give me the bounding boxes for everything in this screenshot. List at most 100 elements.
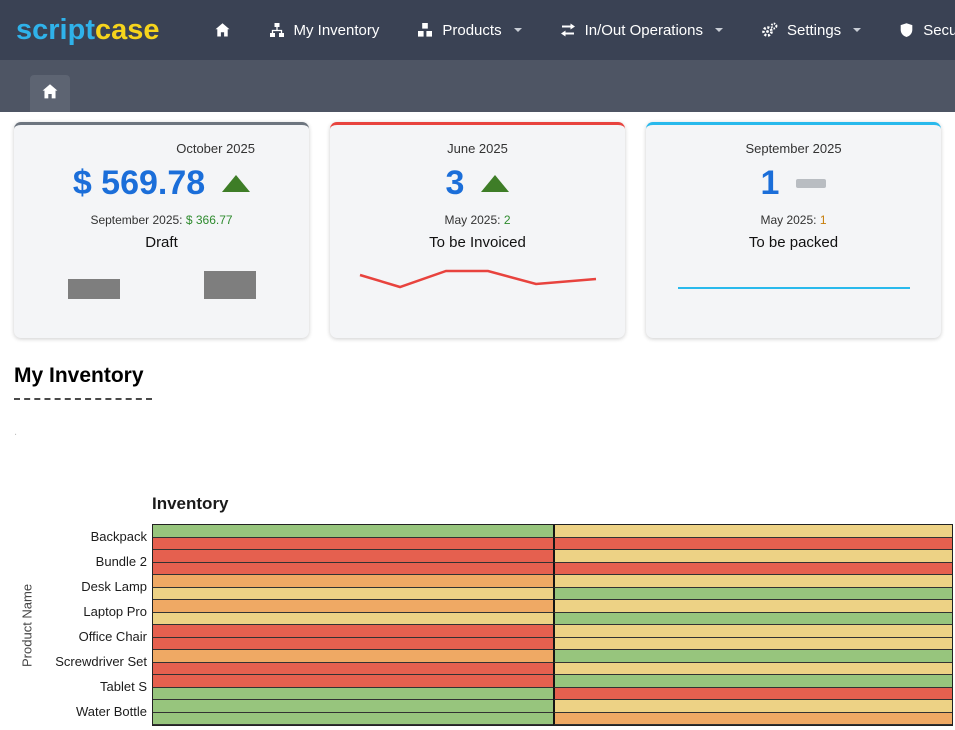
- heatmap-cell: [153, 675, 553, 688]
- heatmap-cell: [553, 563, 953, 576]
- nav-item-products[interactable]: Products: [417, 22, 521, 39]
- brand-part2: case: [95, 14, 160, 46]
- home-icon: [41, 83, 59, 105]
- chevron-down-icon: [853, 28, 861, 32]
- trend-up-icon: [481, 175, 509, 192]
- category-label: Desk Lamp: [40, 574, 152, 599]
- heatmap-cell: [153, 563, 553, 576]
- category-label: Screwdriver Set: [40, 649, 152, 674]
- placeholder-dot: .: [14, 426, 955, 438]
- heatmap-cell: [153, 638, 553, 651]
- in-out-arrows-icon: [560, 22, 576, 38]
- mini-bar: [68, 279, 120, 299]
- compare-label: September 2025:: [90, 213, 182, 227]
- card-period: June 2025: [340, 141, 615, 156]
- sitemap-icon: [269, 22, 285, 38]
- heatmap-cell: [153, 588, 553, 601]
- heatmap-cell: [153, 550, 553, 563]
- card-compare: September 2025: $ 366.77: [24, 213, 299, 227]
- card-value: 3: [446, 164, 465, 203]
- card-compare: May 2025: 2: [340, 213, 615, 227]
- nav-label: In/Out Operations: [585, 22, 703, 39]
- category-label: Office Chair: [40, 624, 152, 649]
- card-period: October 2025: [24, 141, 299, 156]
- nav-label: My Inventory: [294, 22, 380, 39]
- card-value: 1: [761, 164, 780, 203]
- heatmap-cell: [553, 713, 953, 726]
- heatmap-cell: [553, 638, 953, 651]
- chevron-down-icon: [715, 28, 723, 32]
- category-label: Tablet S: [40, 674, 152, 699]
- heatmap-cell: [153, 688, 553, 701]
- card-to-be-invoiced: June 2025 3 May 2025: 2 To be Invoiced: [330, 122, 625, 338]
- compare-value: 2: [504, 213, 511, 227]
- heatmap-cell: [153, 625, 553, 638]
- mini-line-chart: [358, 265, 598, 293]
- category-label: Backpack: [40, 524, 152, 549]
- compare-label: May 2025:: [760, 213, 816, 227]
- heatmap-cell: [553, 550, 953, 563]
- heatmap-cell: [153, 650, 553, 663]
- card-value: $ 569.78: [73, 164, 205, 203]
- heatmap-cell: [153, 663, 553, 676]
- nav-item-my-inventory[interactable]: My Inventory: [269, 22, 380, 39]
- heatmap-plot: [152, 524, 953, 726]
- home-icon: [214, 22, 231, 38]
- summary-cards: October 2025 $ 569.78 September 2025: $ …: [0, 112, 955, 338]
- compare-value: 1: [820, 213, 827, 227]
- chart-title: Inventory: [152, 494, 953, 524]
- compare-value: $ 366.77: [186, 213, 233, 227]
- brand-logo[interactable]: scriptcase: [16, 14, 160, 47]
- home-tab[interactable]: [30, 75, 70, 112]
- inventory-heatmap: Inventory Product Name BackpackBundle 2D…: [14, 494, 953, 726]
- nav-label: Products: [442, 22, 501, 39]
- heatmap-cell: [553, 538, 953, 551]
- heatmap-cell: [153, 713, 553, 726]
- card-caption: Draft: [24, 234, 299, 251]
- category-label: Bundle 2: [40, 549, 152, 574]
- heatmap-cell: [553, 650, 953, 663]
- card-draft: October 2025 $ 569.78 September 2025: $ …: [14, 122, 309, 338]
- heatmap-cell: [553, 688, 953, 701]
- heatmap-cell: [553, 613, 953, 626]
- top-navbar: scriptcase My Inventory Products: [0, 0, 955, 60]
- heatmap-cell: [153, 575, 553, 588]
- heatmap-cell: [553, 663, 953, 676]
- heatmap-cell: [553, 525, 953, 538]
- card-caption: To be Invoiced: [340, 234, 615, 251]
- nav-item-security[interactable]: Security: [899, 22, 955, 39]
- cubes-icon: [417, 22, 433, 38]
- heatmap-cell: [553, 575, 953, 588]
- nav-label: Security: [923, 22, 955, 39]
- category-label: Water Bottle: [40, 699, 152, 724]
- trend-flat-icon: [796, 179, 826, 188]
- heatmap-cell: [553, 700, 953, 713]
- card-to-be-packed: September 2025 1 May 2025: 1 To be packe…: [646, 122, 941, 338]
- gears-icon: [761, 22, 778, 38]
- shield-icon: [899, 22, 914, 38]
- heatmap-cell: [553, 600, 953, 613]
- mini-bar-chart: [24, 271, 299, 299]
- compare-label: May 2025:: [444, 213, 500, 227]
- trend-up-icon: [222, 175, 250, 192]
- nav-label: Settings: [787, 22, 841, 39]
- mini-flat-line: [678, 287, 910, 289]
- category-label: Laptop Pro: [40, 599, 152, 624]
- card-caption: To be packed: [656, 234, 931, 251]
- nav-item-in-out-operations[interactable]: In/Out Operations: [560, 22, 723, 39]
- heatmap-cell: [553, 675, 953, 688]
- heatmap-category-labels: BackpackBundle 2Desk LampLaptop ProOffic…: [40, 524, 152, 726]
- nav-item-home[interactable]: [214, 22, 231, 38]
- mini-bar: [204, 271, 256, 299]
- nav-item-settings[interactable]: Settings: [761, 22, 861, 39]
- card-period: September 2025: [656, 141, 931, 156]
- heatmap-cell: [153, 538, 553, 551]
- breadcrumb-tabbar: [0, 60, 955, 112]
- heatmap-cell: [153, 600, 553, 613]
- brand-part1: script: [16, 14, 95, 46]
- card-compare: May 2025: 1: [656, 213, 931, 227]
- chevron-down-icon: [514, 28, 522, 32]
- heatmap-cell: [153, 613, 553, 626]
- page-title: My Inventory: [14, 364, 955, 388]
- dashed-divider: [14, 398, 152, 400]
